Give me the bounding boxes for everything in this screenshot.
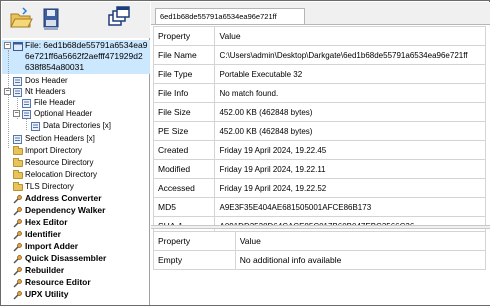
property-name: Accessed xyxy=(152,178,216,198)
dependency-walker-icon xyxy=(13,207,22,216)
tool-resource-editor[interactable]: Resource Editor xyxy=(25,277,91,288)
tree-item-tls-directory[interactable]: TLS Directory xyxy=(25,181,74,192)
property-value: Friday 19 April 2024, 19.22.45 xyxy=(214,140,486,160)
property-name: File Info xyxy=(152,83,216,103)
panel-splitter[interactable] xyxy=(151,225,490,229)
tab-strip: 6ed1b68de55791a6534ea96e721ff xyxy=(151,2,490,24)
property-value: C:\Users\admin\Desktop\Darkgate\6ed1b68d… xyxy=(214,45,486,65)
tree-item-resource-directory[interactable]: Resource Directory xyxy=(25,157,93,168)
table-row[interactable]: File Info No match found. xyxy=(152,83,486,103)
folder-icon xyxy=(13,158,23,167)
import-adder-icon xyxy=(13,243,22,252)
property-name: Created xyxy=(152,140,216,160)
resource-editor-icon xyxy=(13,279,22,288)
property-name: PE Size xyxy=(152,121,216,141)
table-row[interactable]: PE Size 452.00 KB (462848 bytes) xyxy=(152,121,486,141)
tool-upx-utility[interactable]: UPX Utility xyxy=(25,289,68,300)
tree-item-nt-headers[interactable]: Nt Headers xyxy=(25,86,65,97)
property-name: File Name xyxy=(152,45,216,65)
tree-item-file-header[interactable]: File Header xyxy=(34,97,75,108)
file-node-line-1[interactable]: File: 6ed1b68de55791a6534ea9 xyxy=(25,40,147,51)
property-value: No additional info available xyxy=(234,250,487,270)
property-name: File Type xyxy=(152,64,216,84)
property-value: Friday 19 April 2024, 19.22.52 xyxy=(214,178,486,198)
table-row[interactable]: Modified Friday 19 April 2024, 19.22.11 xyxy=(152,159,486,179)
tool-identifier[interactable]: Identifier xyxy=(25,229,61,240)
table-row[interactable]: File Type Portable Executable 32 xyxy=(152,64,486,84)
tab-file[interactable]: 6ed1b68de55791a6534ea96e721ff xyxy=(155,8,305,24)
file-node-line-2[interactable]: 6e721ff6a5662f2aefff471929d2 xyxy=(25,51,143,62)
tree-connector xyxy=(8,50,9,148)
table-row[interactable]: File Size 452.00 KB (462848 bytes) xyxy=(152,102,486,122)
additional-info-table: Property Value Empty No additional info a… xyxy=(153,231,487,270)
table-row[interactable]: Accessed Friday 19 April 2024, 19.22.52 xyxy=(152,178,486,198)
tree-item-optional-header[interactable]: Optional Header xyxy=(34,108,92,119)
folder-icon xyxy=(13,170,23,179)
column-header-property[interactable]: Property xyxy=(152,26,216,46)
pe-viewer-window: − File: 6ed1b68de55791a6534ea9 6e721ff6a… xyxy=(0,0,490,306)
file-properties-table: Property Value File Name C:\Users\admin\D… xyxy=(152,26,486,236)
header-node-icon xyxy=(13,88,23,97)
identifier-icon xyxy=(13,231,22,240)
property-value: Portable Executable 32 xyxy=(214,64,486,84)
collapse-root-toggle[interactable]: − xyxy=(4,42,11,49)
tree-item-section-headers[interactable]: Section Headers [x] xyxy=(25,133,95,144)
column-header-property[interactable]: Property xyxy=(153,231,236,251)
tool-rebuilder[interactable]: Rebuilder xyxy=(25,265,64,276)
hex-editor-icon xyxy=(13,219,22,228)
property-name: File Size xyxy=(152,102,216,122)
table-header-row: Property Value xyxy=(153,231,487,251)
table-row[interactable]: Created Friday 19 April 2024, 19.22.45 xyxy=(152,140,486,160)
expand-nt-headers-toggle[interactable]: − xyxy=(4,88,11,95)
tool-dependency-walker[interactable]: Dependency Walker xyxy=(25,205,105,216)
file-node-line-3[interactable]: 638f854a80031 xyxy=(25,62,84,73)
tree-item-dos-header[interactable]: Dos Header xyxy=(25,75,68,86)
tool-import-adder[interactable]: Import Adder xyxy=(25,241,78,252)
property-value: 452.00 KB (462848 bytes) xyxy=(214,102,486,122)
file-tree: − File: 6ed1b68de55791a6534ea9 6e721ff6a… xyxy=(2,38,150,305)
tree-item-data-directories[interactable]: Data Directories [x] xyxy=(43,120,111,131)
column-header-value[interactable]: Value xyxy=(234,231,487,251)
address-converter-icon xyxy=(13,195,22,204)
header-node-icon xyxy=(22,99,32,108)
header-node-icon xyxy=(22,110,32,119)
column-header-value[interactable]: Value xyxy=(214,26,486,46)
save-icon[interactable] xyxy=(38,6,64,32)
header-node-icon xyxy=(31,122,41,131)
toolbar xyxy=(2,2,150,38)
windows-icon[interactable] xyxy=(106,6,132,32)
folder-icon xyxy=(13,182,23,191)
tool-hex-editor[interactable]: Hex Editor xyxy=(25,217,68,228)
property-value: 452.00 KB (462848 bytes) xyxy=(214,121,486,141)
property-name: Empty xyxy=(153,250,236,270)
property-value: Friday 19 April 2024, 19.22.11 xyxy=(214,159,486,179)
tool-address-converter[interactable]: Address Converter xyxy=(25,193,102,204)
file-properties-panel: Property Value File Name C:\Users\admin\D… xyxy=(151,24,490,305)
table-row[interactable]: Empty No additional info available xyxy=(153,250,487,270)
file-node-icon xyxy=(13,42,23,51)
property-name: MD5 xyxy=(152,197,216,217)
header-node-icon xyxy=(13,77,23,86)
header-node-icon xyxy=(13,135,23,144)
property-value: A9E3F35E404AE681505001AFCE86B173 xyxy=(214,197,486,217)
table-row[interactable]: File Name C:\Users\admin\Desktop\Darkgate… xyxy=(152,45,486,65)
table-row[interactable]: MD5 A9E3F35E404AE681505001AFCE86B173 xyxy=(152,197,486,217)
property-value: No match found. xyxy=(214,83,486,103)
open-file-icon[interactable] xyxy=(8,6,34,32)
rebuilder-icon xyxy=(13,267,22,276)
folder-icon xyxy=(13,146,23,155)
tree-item-relocation-directory[interactable]: Relocation Directory xyxy=(25,169,97,180)
tree-item-import-directory[interactable]: Import Directory xyxy=(25,145,82,156)
expand-optional-header-toggle[interactable]: − xyxy=(13,110,20,117)
quick-disassembler-icon xyxy=(13,255,22,264)
table-header-row: Property Value xyxy=(152,26,486,46)
property-name: Modified xyxy=(152,159,216,179)
upx-utility-icon xyxy=(13,291,22,300)
tool-quick-disassembler[interactable]: Quick Disassembler xyxy=(25,253,106,264)
